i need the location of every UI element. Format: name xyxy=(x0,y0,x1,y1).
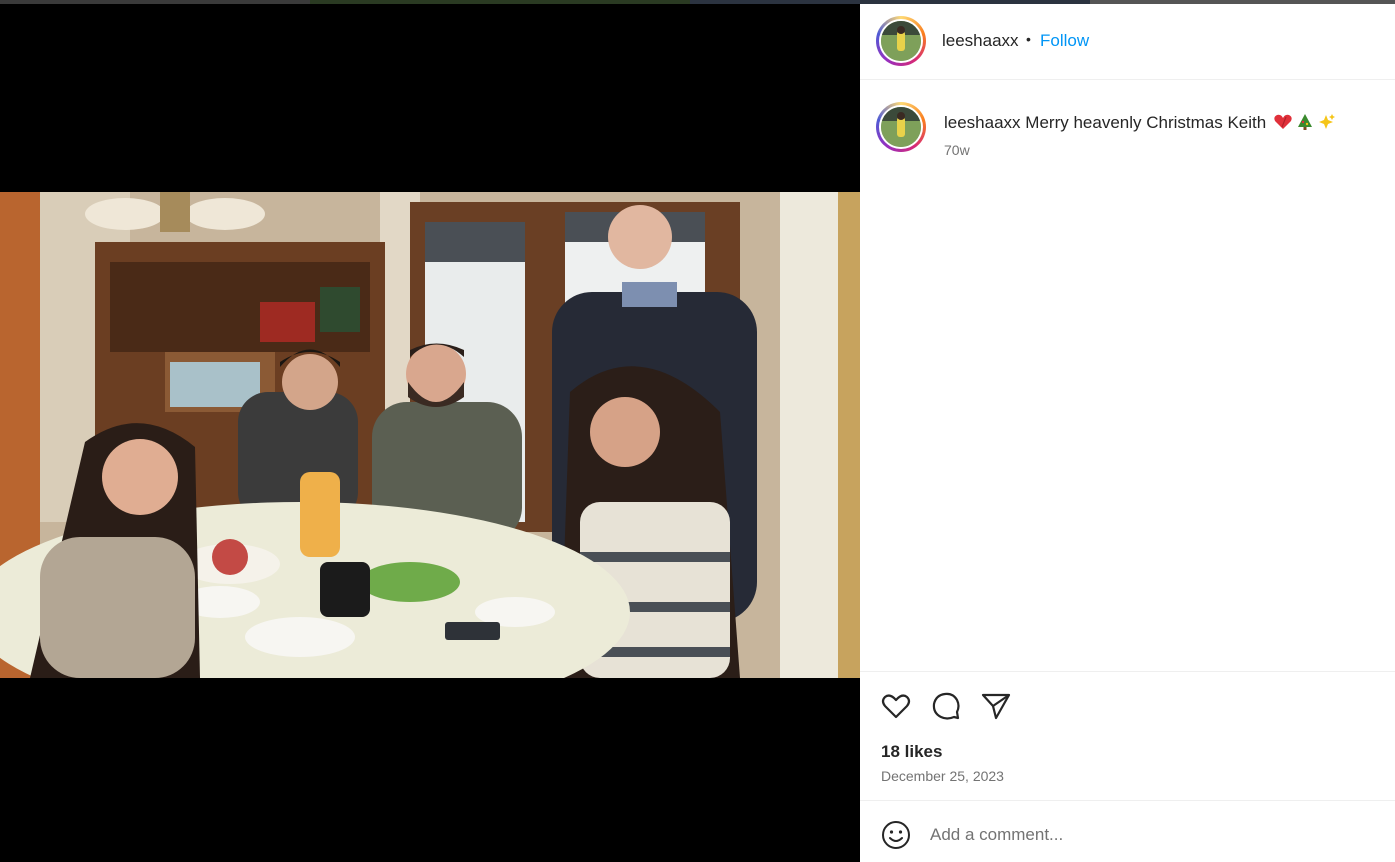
header-username[interactable]: leeshaaxx xyxy=(942,31,1019,51)
follow-button[interactable]: Follow xyxy=(1040,31,1089,51)
christmas-tree-emoji-icon xyxy=(1297,114,1312,130)
smiley-icon[interactable] xyxy=(880,819,912,851)
post-media[interactable] xyxy=(0,4,860,862)
family-dinner-photo xyxy=(0,192,860,678)
caption-username[interactable]: leeshaaxx xyxy=(944,113,1021,132)
share-button[interactable] xyxy=(980,690,1012,722)
share-icon xyxy=(981,693,1011,720)
avatar[interactable] xyxy=(876,16,926,66)
comment-icon xyxy=(932,692,960,720)
caption-text-line: leeshaaxx Merry heavenly Christmas Keith xyxy=(944,112,1384,134)
caption-text: Merry heavenly Christmas Keith xyxy=(1025,113,1267,132)
caption-avatar[interactable] xyxy=(876,102,926,152)
comment-button[interactable] xyxy=(930,690,962,722)
comment-input[interactable] xyxy=(930,821,1370,849)
post-side-panel: leeshaaxx • Follow leeshaaxx Merry heave… xyxy=(860,4,1395,862)
post-header: leeshaaxx • Follow xyxy=(860,4,1395,80)
separator-dot: • xyxy=(1026,31,1031,47)
caption-time-ago[interactable]: 70w xyxy=(944,142,970,158)
comment-bar xyxy=(860,800,1395,862)
post-actions: 18 likes December 25, 2023 xyxy=(860,671,1395,801)
post-date: December 25, 2023 xyxy=(881,768,1004,784)
sparkles-emoji-icon xyxy=(1318,114,1335,129)
post-photo xyxy=(0,192,860,678)
heart-emoji-icon xyxy=(1274,114,1292,129)
like-button[interactable] xyxy=(880,690,912,722)
heart-icon xyxy=(881,694,911,719)
likes-count[interactable]: 18 likes xyxy=(881,742,942,762)
